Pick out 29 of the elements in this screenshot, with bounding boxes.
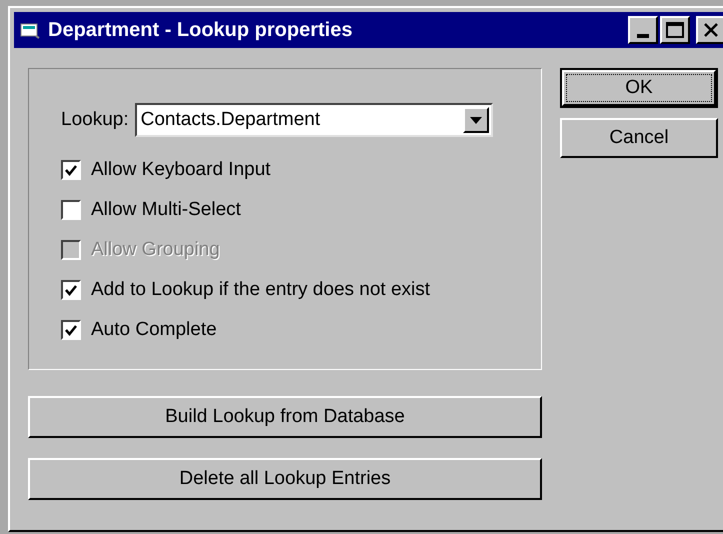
dialog-button[interactable]: OK	[560, 68, 718, 108]
dialog-button[interactable]: Cancel	[560, 118, 718, 158]
checkmark-icon	[65, 284, 77, 296]
minimize-icon	[637, 34, 649, 38]
minimize-button[interactable]	[628, 16, 658, 44]
checkbox-label: Allow Multi-Select	[91, 198, 241, 222]
checkmark-icon	[65, 164, 77, 176]
checkbox[interactable]	[61, 160, 81, 180]
checkmark-icon	[65, 324, 77, 336]
dropdown-button[interactable]	[462, 107, 489, 133]
checkbox-label: Auto Complete	[91, 318, 217, 342]
close-button[interactable]	[696, 16, 723, 44]
maximize-button[interactable]	[660, 16, 690, 44]
lookup-dropdown[interactable]: Contacts.Department	[134, 103, 493, 137]
action-button[interactable]: Build Lookup from Database	[28, 396, 542, 438]
window-icon	[20, 21, 40, 39]
dropdown-arrow-icon	[470, 116, 482, 124]
action-button[interactable]: Delete all Lookup Entries	[28, 458, 542, 500]
close-icon	[703, 23, 719, 37]
checkbox-label: Add to Lookup if the entry does not exist	[91, 278, 430, 302]
checkbox[interactable]	[61, 320, 81, 340]
checkbox-label: Allow Grouping	[91, 238, 220, 262]
lookup-label: Lookup:	[61, 108, 129, 132]
checkbox[interactable]	[61, 280, 81, 300]
maximize-icon	[666, 22, 684, 38]
checkbox-label: Allow Keyboard Input	[91, 158, 271, 182]
checkbox[interactable]	[61, 200, 81, 220]
lookup-value: Contacts.Department	[140, 108, 322, 132]
window-title: Department - Lookup properties	[48, 18, 354, 43]
